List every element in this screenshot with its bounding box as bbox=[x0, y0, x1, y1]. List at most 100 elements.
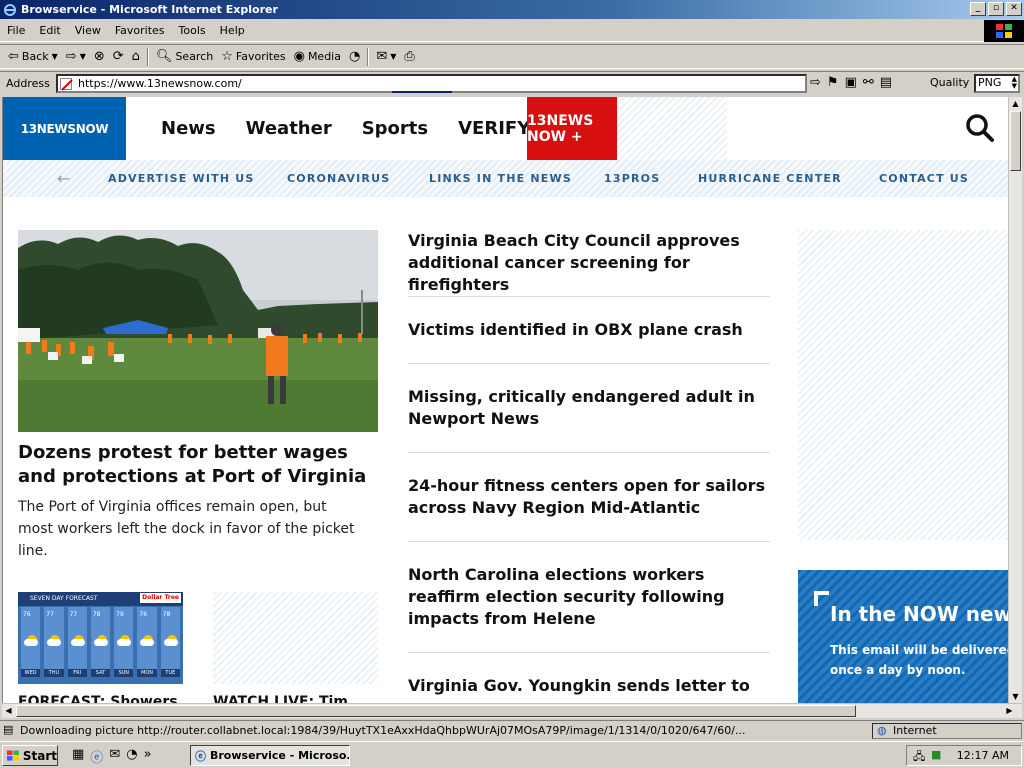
address-progress-line bbox=[392, 91, 452, 93]
back-arrow-icon: ⇦ bbox=[8, 49, 19, 64]
quality-label: Quality bbox=[930, 76, 970, 89]
subnav-contact-us[interactable]: CONTACT US bbox=[879, 172, 969, 185]
cloud-icon bbox=[117, 639, 132, 646]
site-nav: News Weather Sports VERIFY bbox=[161, 97, 560, 160]
horizontal-scroll-thumb[interactable] bbox=[16, 705, 856, 717]
system-tray: 🖧 ■ 12:17 AM bbox=[906, 745, 1022, 766]
subnav-hurricane-center[interactable]: HURRICANE CENTER bbox=[698, 172, 842, 185]
list-item[interactable]: 24-hour fitness centers open for sailors… bbox=[408, 475, 770, 542]
ie-launch-icon[interactable]: ⓔ bbox=[90, 747, 103, 766]
dropdown-arrow-icon: ▼ bbox=[51, 52, 58, 61]
list-item[interactable]: North Carolina elections workers reaffir… bbox=[408, 564, 770, 653]
cloud-icon bbox=[93, 639, 108, 646]
sponsor-logo: Dollar Tree bbox=[140, 593, 181, 603]
menu-favorites[interactable]: Favorites bbox=[108, 24, 172, 37]
mail-button[interactable]: ✉ ▼ bbox=[372, 46, 400, 68]
page-save-icon[interactable]: ▣ bbox=[845, 75, 857, 90]
security-zone: ◍ Internet bbox=[872, 723, 1022, 739]
vertical-scroll-thumb[interactable] bbox=[1010, 111, 1021, 171]
more-icon[interactable]: » bbox=[144, 747, 152, 766]
forecast-day: 78 SAT bbox=[89, 606, 112, 678]
media-player-icon[interactable]: ◔ bbox=[126, 747, 137, 766]
minimize-button[interactable]: _ bbox=[970, 2, 986, 16]
newsletter-promo[interactable]: In the NOW news This email will be deliv… bbox=[798, 570, 1008, 703]
globe-icon: ◍ bbox=[877, 724, 887, 737]
quick-launch: ▦ ⓔ ✉ ◔ » bbox=[72, 747, 152, 766]
vertical-scrollbar[interactable]: ▲ ▼ bbox=[1008, 97, 1022, 703]
refresh-button[interactable]: ⟳ bbox=[109, 46, 128, 68]
forecast-thumbnail[interactable]: SEVEN DAY FORECAST Dollar Tree 76 WED 77 T… bbox=[18, 592, 183, 684]
scroll-left-arrow-icon[interactable]: ◀ bbox=[2, 704, 15, 718]
back-button[interactable]: ⇦ Back ▼ bbox=[4, 46, 62, 68]
bookmark-icon[interactable]: ⚑ bbox=[827, 75, 839, 90]
toolbar-separator bbox=[367, 47, 370, 66]
history-button[interactable]: ◔ bbox=[345, 46, 364, 68]
menu-file[interactable]: File bbox=[0, 24, 32, 37]
scroll-up-arrow-icon[interactable]: ▲ bbox=[1009, 97, 1022, 110]
go-icon[interactable]: ⇨ bbox=[810, 75, 821, 90]
quality-select[interactable]: PNG ▲ ▼ bbox=[974, 74, 1020, 93]
windows-flag-icon bbox=[7, 749, 19, 761]
desktop-icon[interactable]: ▦ bbox=[72, 747, 84, 766]
network-icon[interactable]: 🖧 bbox=[913, 748, 925, 767]
start-button[interactable]: Start bbox=[2, 745, 58, 766]
nav-sports[interactable]: Sports bbox=[362, 118, 428, 139]
list-item[interactable]: Virginia Beach City Council approves add… bbox=[408, 230, 770, 297]
search-icon[interactable] bbox=[965, 113, 995, 143]
forward-button[interactable]: ⇨ ▼ bbox=[62, 46, 90, 68]
address-bar: Address https://www.13newsnow.com/ ⇨ ⚑ ▣… bbox=[0, 71, 1024, 95]
nav-weather[interactable]: Weather bbox=[246, 118, 332, 139]
live-caption[interactable]: WATCH LIVE: Tim bbox=[213, 694, 348, 703]
scroll-down-arrow-icon[interactable]: ▼ bbox=[1009, 690, 1022, 703]
close-button[interactable]: ✕ bbox=[1006, 2, 1022, 16]
site-logo[interactable]: 13NEWSNOW bbox=[3, 97, 126, 160]
history-icon: ◔ bbox=[348, 49, 361, 64]
forecast-day: 77 THU bbox=[43, 606, 65, 678]
sub-navigation: ← ADVERTISE WITH US CORONAVIRUS LINKS IN… bbox=[3, 160, 1008, 197]
status-bar: ▤ Downloading picture http://router.coll… bbox=[0, 720, 1024, 740]
subnav-links-in-the-news[interactable]: LINKS IN THE NEWS bbox=[429, 172, 572, 185]
address-label: Address bbox=[6, 77, 50, 90]
scroll-right-arrow-icon[interactable]: ▶ bbox=[1003, 704, 1016, 718]
outlook-icon[interactable]: ✉ bbox=[109, 747, 120, 766]
menu-help[interactable]: Help bbox=[213, 24, 252, 37]
search-button[interactable]: 🔍︎ Search bbox=[152, 46, 217, 68]
media-icon: ◉ bbox=[293, 49, 305, 64]
restore-button[interactable]: ▫ bbox=[988, 2, 1004, 16]
home-button[interactable]: ⌂ bbox=[128, 46, 144, 68]
security-shield-icon[interactable]: ■ bbox=[931, 748, 941, 761]
nav-news[interactable]: News bbox=[161, 118, 216, 139]
hero-headline[interactable]: Dozens protest for better wages and prot… bbox=[18, 441, 368, 489]
list-item[interactable]: Victims identified in OBX plane crash bbox=[408, 319, 770, 364]
forecast-caption[interactable]: FORECAST: Showers bbox=[18, 694, 178, 703]
list-item[interactable]: Virginia Gov. Youngkin sends letter to bbox=[408, 675, 770, 703]
hero-photo[interactable] bbox=[18, 230, 378, 432]
site-header: 13NEWSNOW News Weather Sports VERIFY 13N… bbox=[3, 97, 1008, 160]
menu-view[interactable]: View bbox=[68, 24, 108, 37]
stop-button[interactable]: ⊗ bbox=[90, 46, 109, 68]
window-title: Browservice - Microsoft Internet Explore… bbox=[21, 3, 278, 16]
media-button[interactable]: ◉ Media bbox=[290, 46, 345, 68]
news-plus-button[interactable]: 13NEWS NOW + bbox=[527, 97, 617, 160]
status-text: Downloading picture http://router.collab… bbox=[20, 724, 746, 737]
live-video-thumbnail[interactable] bbox=[213, 592, 378, 684]
print-button[interactable]: ⎙ bbox=[400, 46, 418, 68]
clipboard-icon[interactable]: ▤ bbox=[880, 75, 892, 90]
menu-tools[interactable]: Tools bbox=[172, 24, 213, 37]
subnav-back-arrow-icon[interactable]: ← bbox=[57, 169, 70, 188]
subnav-coronavirus[interactable]: CORONAVIRUS bbox=[287, 172, 390, 185]
subnav-advertise[interactable]: ADVERTISE WITH US bbox=[108, 172, 255, 185]
horizontal-scrollbar[interactable]: ◀ ▶ bbox=[2, 703, 1022, 718]
window-titlebar: Browservice - Microsoft Internet Explore… bbox=[0, 0, 1024, 19]
nav-verify[interactable]: VERIFY bbox=[458, 118, 530, 139]
find-icon[interactable]: ⚯ bbox=[863, 75, 874, 90]
refresh-icon: ⟳ bbox=[112, 49, 124, 64]
favorites-button[interactable]: ☆ Favorites bbox=[217, 46, 289, 68]
page-icon bbox=[60, 77, 72, 90]
newsletter-description: This email will be delivered once a day … bbox=[830, 643, 1008, 677]
taskbar-browser-window[interactable]: ⓔ Browservice - Microso... bbox=[190, 745, 350, 766]
subnav-13pros[interactable]: 13PROS bbox=[604, 172, 660, 185]
list-item[interactable]: Missing, critically endangered adult in … bbox=[408, 386, 770, 453]
menu-edit[interactable]: Edit bbox=[32, 24, 67, 37]
clock: 12:17 AM bbox=[956, 749, 1009, 762]
